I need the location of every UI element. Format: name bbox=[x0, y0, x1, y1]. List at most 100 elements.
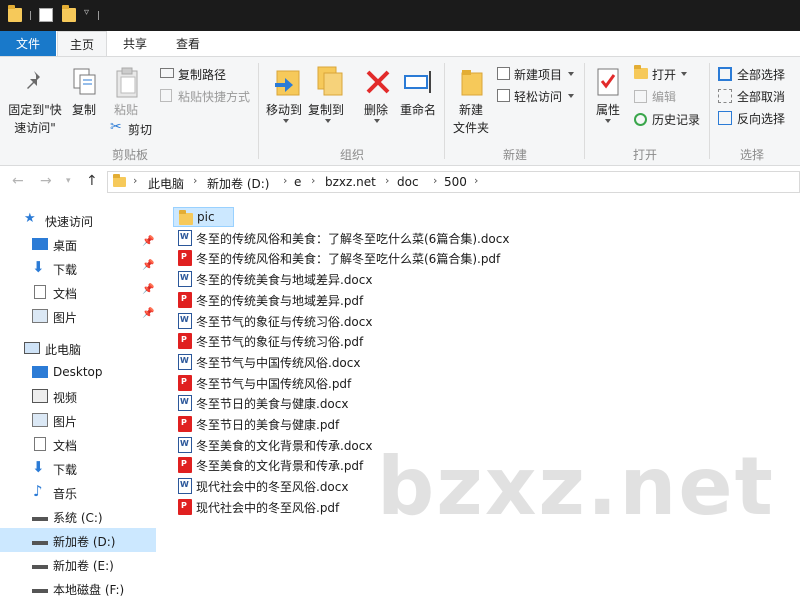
select-all-label: 全部选择 bbox=[737, 68, 786, 82]
open-label: 打开 bbox=[652, 68, 677, 82]
nav-label: 文档 bbox=[53, 287, 78, 301]
folder-icon bbox=[8, 5, 22, 22]
crumb-volume-d[interactable]: 新加卷 (D:) bbox=[207, 175, 269, 192]
file-row[interactable]: 冬至节气的象征与传统习俗.pdf bbox=[173, 331, 533, 351]
nav-label: 图片 bbox=[53, 311, 78, 325]
file-row[interactable]: 冬至节气的象征与传统习俗.docx bbox=[173, 311, 533, 331]
word-document-icon bbox=[178, 271, 192, 288]
tab-home[interactable]: 主页 bbox=[57, 31, 107, 57]
separator bbox=[98, 11, 99, 20]
nav-pc-drive-d[interactable]: 新加卷 (D:) bbox=[0, 528, 156, 552]
watermark: bzxz.net bbox=[377, 440, 775, 533]
file-row[interactable]: 冬至节气与中国传统风俗.docx bbox=[173, 352, 533, 372]
forward-arrow-icon[interactable]: → bbox=[40, 173, 52, 189]
select-group-label: 选择 bbox=[739, 148, 764, 162]
title-bar: ▿ bbox=[0, 0, 800, 31]
nav-quick-downloads[interactable]: ⬇ 下载 📌 bbox=[0, 256, 156, 280]
word-document-icon bbox=[178, 229, 192, 246]
file-row[interactable]: 冬至的传统风俗和美食：了解冬至吃什么菜(6篇合集).docx bbox=[173, 228, 533, 248]
nav-pc-desktop[interactable]: Desktop bbox=[0, 360, 156, 384]
cut-label: 剪切 bbox=[128, 123, 153, 137]
nav-pc-music[interactable]: ♪ 音乐 bbox=[0, 480, 156, 504]
file-row[interactable]: 冬至节日的美食与健康.pdf bbox=[173, 414, 533, 434]
invert-selection-icon bbox=[718, 111, 732, 125]
move-to-icon bbox=[275, 70, 300, 96]
crumb-doc[interactable]: doc bbox=[397, 175, 419, 189]
nav-pc-downloads[interactable]: ⬇ 下载 bbox=[0, 456, 156, 480]
tab-file[interactable]: 文件 bbox=[0, 31, 56, 57]
crumb-e[interactable]: e bbox=[294, 175, 301, 189]
nav-pc-drive-f[interactable]: 本地磁盘 (F:) bbox=[0, 576, 156, 600]
nav-pc-videos[interactable]: 视频 bbox=[0, 384, 156, 408]
nav-label: 本地磁盘 (F:) bbox=[53, 583, 125, 597]
file-row[interactable]: 冬至的传统美食与地域差异.docx bbox=[173, 269, 533, 289]
nav-label: 下载 bbox=[53, 263, 78, 277]
folder-row[interactable]: pic bbox=[173, 207, 234, 227]
nav-quick-desktop[interactable]: 桌面 📌 bbox=[0, 232, 156, 256]
ribbon-tabs: 文件 主页 共享 查看 bbox=[0, 31, 800, 57]
easy-access-label: 轻松访问 bbox=[514, 90, 563, 104]
nav-label: 图片 bbox=[53, 415, 78, 429]
easy-access-icon bbox=[497, 89, 510, 102]
easy-access-dropdown-icon[interactable] bbox=[568, 94, 574, 98]
nav-pc-drive-c[interactable]: 系统 (C:) bbox=[0, 504, 156, 528]
file-row[interactable]: 冬至的传统风俗和美食：了解冬至吃什么菜(6篇合集).pdf bbox=[173, 248, 533, 268]
nav-pc-pictures[interactable]: 图片 bbox=[0, 408, 156, 432]
nav-label: Desktop bbox=[53, 365, 103, 379]
desktop-icon bbox=[32, 238, 48, 250]
crumb-this-pc[interactable]: 此电脑 bbox=[148, 175, 184, 192]
nav-quick-pictures[interactable]: 图片 📌 bbox=[0, 304, 156, 328]
select-none-icon bbox=[718, 89, 732, 103]
crumb-500[interactable]: 500 bbox=[444, 175, 467, 189]
new-folder-icon bbox=[461, 70, 483, 96]
pdf-file-icon bbox=[178, 374, 192, 391]
new-folder-label-line2: 文件夹 bbox=[453, 121, 490, 135]
address-box[interactable]: › 此电脑 › 新加卷 (D:) › e › bzxz.net › doc › … bbox=[107, 171, 800, 193]
file-list: 现代社会中的冬至风俗.pdf 现代社会中的冬至风俗.docx 冬至美食的文化背景和传… bbox=[160, 198, 800, 600]
properties-icon[interactable] bbox=[39, 8, 53, 22]
pin-icon[interactable]: 📌 bbox=[142, 308, 154, 319]
pin-icon[interactable]: 📌 bbox=[142, 260, 154, 271]
up-arrow-icon[interactable]: ↑ bbox=[86, 173, 98, 189]
properties-label: 属性 bbox=[596, 103, 621, 117]
file-row[interactable]: 冬至节气与中国传统风俗.pdf bbox=[173, 373, 533, 393]
new-folder-label-line1: 新建 bbox=[459, 103, 484, 117]
new-item-dropdown-icon[interactable] bbox=[568, 72, 574, 76]
file-row[interactable]: 冬至节日的美食与健康.docx bbox=[173, 393, 533, 413]
scissors-icon: ✂ bbox=[110, 119, 122, 135]
customize-toolbar-icon[interactable]: ▿ bbox=[84, 7, 89, 18]
crumb-bzxz[interactable]: bzxz.net bbox=[325, 175, 376, 189]
history-icon bbox=[634, 113, 647, 126]
pin-icon[interactable]: 📌 bbox=[142, 236, 154, 247]
delete-dropdown-icon[interactable] bbox=[374, 119, 380, 123]
nav-this-pc[interactable]: 此电脑 bbox=[0, 336, 156, 360]
copy-to-dropdown-icon[interactable] bbox=[325, 119, 331, 123]
file-name: 现代社会中的冬至风俗.pdf bbox=[196, 500, 340, 515]
pin-icon[interactable]: 📌 bbox=[142, 284, 154, 295]
open-dropdown-icon[interactable] bbox=[681, 72, 687, 76]
separator bbox=[30, 11, 31, 20]
file-name: 冬至的传统美食与地域差异.pdf bbox=[196, 293, 364, 308]
copy-path-icon bbox=[160, 68, 174, 78]
move-to-dropdown-icon[interactable] bbox=[283, 119, 289, 123]
recent-locations-icon[interactable]: ▾ bbox=[66, 176, 71, 186]
word-document-icon bbox=[178, 478, 192, 495]
nav-label: 桌面 bbox=[53, 239, 78, 253]
nav-pc-documents[interactable]: 文档 bbox=[0, 432, 156, 456]
pdf-file-icon bbox=[178, 250, 192, 267]
nav-label: 新加卷 (E:) bbox=[53, 559, 114, 573]
back-arrow-icon[interactable]: ← bbox=[12, 173, 24, 189]
file-name: 冬至节气与中国传统风俗.pdf bbox=[196, 376, 352, 391]
tab-share[interactable]: 共享 bbox=[110, 31, 160, 57]
pin-label-line2: 速访问" bbox=[14, 121, 56, 135]
nav-pc-drive-e[interactable]: 新加卷 (E:) bbox=[0, 552, 156, 576]
nav-quick-documents[interactable]: 文档 📌 bbox=[0, 280, 156, 304]
pdf-file-icon bbox=[178, 291, 192, 308]
properties-dropdown-icon[interactable] bbox=[605, 119, 611, 123]
paste-shortcut-icon bbox=[160, 89, 172, 102]
word-document-icon bbox=[178, 353, 192, 370]
file-row[interactable]: 冬至的传统美食与地域差异.pdf bbox=[173, 290, 533, 310]
nav-quick-access[interactable]: ★ 快速访问 bbox=[0, 208, 156, 232]
new-folder-icon[interactable] bbox=[62, 5, 76, 22]
tab-view[interactable]: 查看 bbox=[163, 31, 213, 57]
